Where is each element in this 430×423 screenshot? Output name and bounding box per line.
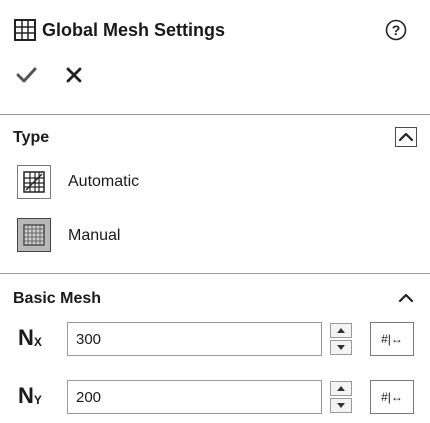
arrow-down-icon [337, 345, 345, 350]
chevron-up-icon [398, 293, 414, 303]
basic-mesh-section-title: Basic Mesh [13, 290, 102, 307]
arrow-down-icon [337, 403, 345, 408]
help-icon[interactable]: ? [385, 19, 407, 41]
nx-label: NX [18, 325, 42, 354]
ny-cell-mode-button[interactable]: #|↔ [370, 380, 414, 414]
nx-input[interactable] [67, 322, 322, 356]
ny-subscript: Y [33, 393, 42, 407]
manual-mesh-icon [23, 224, 45, 246]
nx-cell-mode-button[interactable]: #|↔ [370, 322, 414, 356]
type-section-title: Type [13, 129, 50, 146]
cancel-button[interactable] [63, 64, 85, 86]
ok-button[interactable] [15, 64, 37, 86]
checkmark-icon [16, 67, 37, 83]
arrow-up-icon [337, 386, 345, 391]
automatic-mode-button[interactable] [17, 165, 51, 199]
nx-cell-mode-label: #|↔ [381, 332, 403, 346]
nx-increment-button[interactable] [330, 323, 352, 338]
manual-mode-label: Manual [68, 227, 121, 244]
divider [0, 114, 430, 115]
automatic-mesh-icon [23, 171, 45, 193]
divider [0, 273, 430, 274]
ny-symbol: N [18, 383, 34, 408]
collapse-type-button[interactable] [395, 127, 417, 147]
ny-increment-button[interactable] [330, 381, 352, 396]
ny-spinner[interactable] [330, 380, 354, 414]
nx-subscript: X [33, 335, 42, 349]
ny-input[interactable] [67, 380, 322, 414]
arrow-up-icon [337, 328, 345, 333]
ny-decrement-button[interactable] [330, 398, 352, 413]
ny-cell-mode-label: #|↔ [381, 390, 403, 404]
manual-mode-button[interactable] [17, 218, 51, 252]
nx-spinner[interactable] [330, 322, 354, 356]
collapse-basic-mesh-button[interactable] [395, 288, 417, 308]
nx-symbol: N [18, 325, 34, 350]
panel-title: Global Mesh Settings [42, 20, 226, 40]
svg-text:?: ? [392, 22, 401, 38]
close-icon [66, 67, 82, 83]
chevron-up-icon [398, 132, 414, 142]
ny-label: NY [18, 383, 42, 412]
nx-decrement-button[interactable] [330, 340, 352, 355]
automatic-mode-label: Automatic [68, 173, 140, 190]
grid-panel-icon [14, 19, 36, 41]
